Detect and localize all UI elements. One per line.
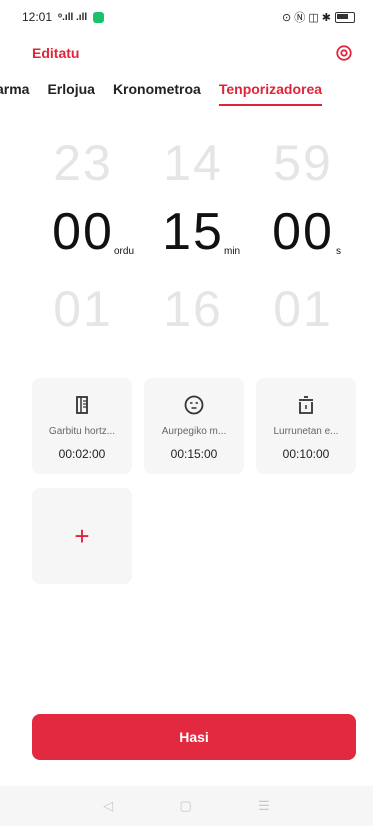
minutes-next-wrap[interactable]: 16 — [148, 284, 238, 334]
preset-name: Lurrunetan e... — [273, 426, 339, 437]
plus-icon: + — [74, 520, 90, 551]
preset-card[interactable]: Lurrunetan e... 00:10:00 — [256, 378, 356, 474]
minutes-unit: min — [224, 246, 241, 257]
seconds-prev: 59 — [273, 135, 333, 191]
preset-card[interactable]: Aurpegiko m... 00:15:00 — [144, 378, 244, 474]
start-button[interactable]: Hasi — [32, 714, 356, 760]
back-icon[interactable]: ◁ — [103, 798, 113, 814]
seconds-value: 00 — [272, 203, 334, 261]
edit-button[interactable]: Editatu — [32, 45, 79, 61]
app-notification-icon — [93, 11, 105, 23]
seconds-next: 01 — [273, 281, 333, 337]
hours-next: 01 — [53, 281, 113, 337]
status-time: 12:01 — [22, 10, 53, 24]
minutes-current[interactable]: 15 min — [148, 203, 241, 261]
status-bar: 12:01 ᵒ.ıll .ıll ⊙ Ⓝ ◫ ✱ — [0, 0, 373, 34]
hours-column[interactable]: 23 — [38, 138, 128, 188]
seconds-next-wrap[interactable]: 01 — [258, 284, 348, 334]
menu-icon[interactable]: ☰ — [258, 798, 270, 814]
status-left: 12:01 ᵒ.ıll .ıll — [22, 10, 105, 24]
minutes-value: 15 — [162, 203, 224, 261]
preset-name: Aurpegiko m... — [161, 426, 227, 437]
seconds-unit: s — [336, 246, 341, 257]
hours-current[interactable]: 00 ordu — [38, 203, 134, 261]
tab-stopwatch[interactable]: Kronometroa — [113, 78, 201, 108]
minutes-prev: 14 — [163, 135, 223, 191]
toothbrush-icon — [76, 396, 88, 414]
settings-gear-icon[interactable] — [335, 44, 353, 62]
face-mask-icon — [184, 395, 204, 415]
preset-time: 00:10:00 — [282, 447, 330, 461]
signal-icon: ᵒ.ıll .ıll — [58, 11, 88, 23]
preset-time: 00:02:00 — [58, 447, 106, 461]
tab-bar: Alarma Erlojua Kronometroa Tenporizadore… — [0, 78, 373, 108]
hours-value: 00 — [52, 203, 114, 261]
minutes-column[interactable]: 14 — [148, 138, 238, 188]
minutes-next: 16 — [163, 281, 223, 337]
tab-timer[interactable]: Tenporizadorea — [218, 78, 323, 108]
status-right: ⊙ Ⓝ ◫ ✱ — [282, 9, 355, 25]
seconds-current[interactable]: 00 s — [258, 206, 348, 258]
tab-alarm[interactable]: Alarma — [0, 78, 29, 108]
add-preset-button[interactable]: + — [32, 488, 132, 584]
preset-card[interactable]: Garbitu hortz... 00:02:00 — [32, 378, 132, 474]
steamer-pot-icon — [299, 396, 313, 414]
tab-clock[interactable]: Erlojua — [47, 78, 94, 108]
hours-prev: 23 — [53, 135, 113, 191]
preset-name: Garbitu hortz... — [48, 426, 116, 437]
top-bar: Editatu — [0, 34, 373, 72]
preset-time: 00:15:00 — [170, 447, 218, 461]
home-icon[interactable]: ▢ — [180, 798, 192, 814]
status-icons: ⊙ Ⓝ ◫ ✱ — [282, 12, 331, 24]
hours-next-wrap[interactable]: 01 — [38, 284, 128, 334]
seconds-column[interactable]: 59 — [258, 138, 348, 188]
preset-list: Garbitu hortz... 00:02:00 Aurpegiko m...… — [32, 378, 356, 474]
system-nav-bar: ◁ ▢ ☰ — [0, 786, 373, 826]
hours-unit: ordu — [114, 246, 135, 257]
battery-icon — [335, 11, 355, 23]
